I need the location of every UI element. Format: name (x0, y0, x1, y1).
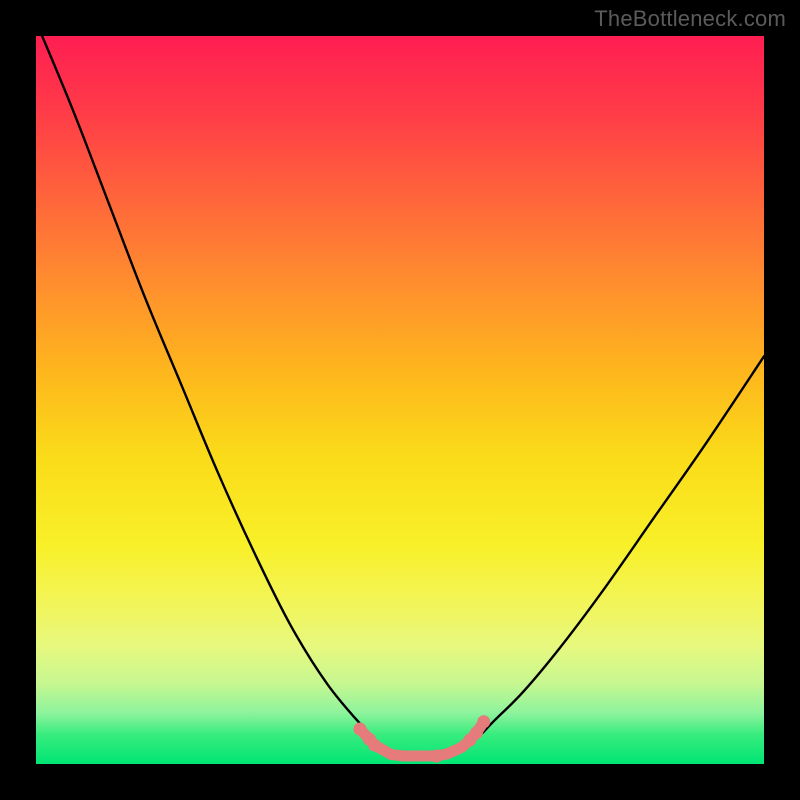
minimum-marker-blob (353, 715, 490, 762)
plot-area (36, 36, 764, 764)
bottleneck-curve (36, 36, 764, 757)
chart-frame: TheBottleneck.com (0, 0, 800, 800)
bottleneck-curve-svg (36, 36, 764, 764)
watermark-text: TheBottleneck.com (594, 6, 786, 32)
